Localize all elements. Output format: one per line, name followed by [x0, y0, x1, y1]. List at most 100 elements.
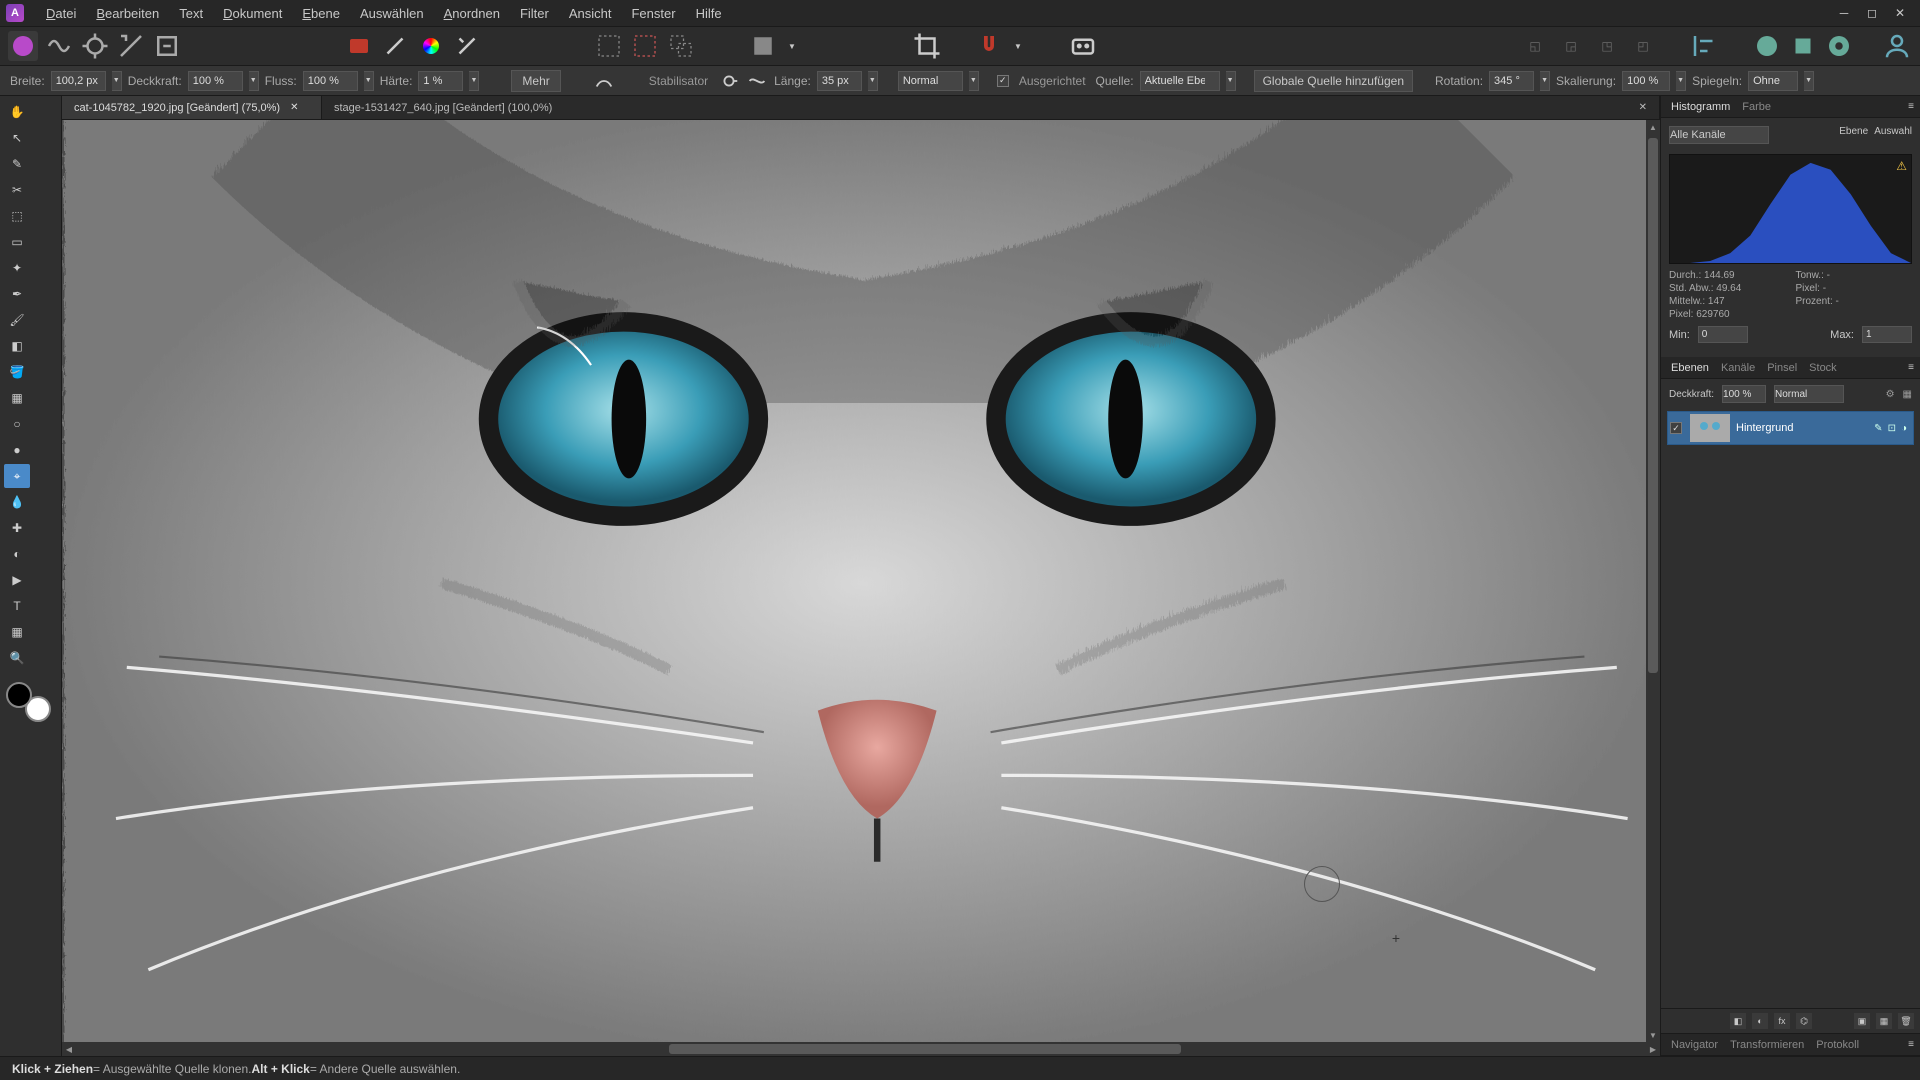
fill-tool[interactable]: 🪣: [4, 360, 30, 384]
panel-menu-icon[interactable]: ≡: [1908, 362, 1914, 373]
vertical-scrollbar[interactable]: ▲▼: [1646, 120, 1660, 1042]
blur-tool[interactable]: ◐: [4, 542, 30, 566]
menu-dokument[interactable]: Dokument: [213, 2, 292, 25]
scale-dropdown[interactable]: ▼: [1676, 71, 1686, 91]
rotation-dropdown[interactable]: ▼: [1540, 71, 1550, 91]
tone-map-persona-button[interactable]: [116, 31, 146, 61]
min-input[interactable]: [1698, 326, 1748, 343]
length-input[interactable]: [817, 71, 862, 91]
flow-dropdown[interactable]: ▼: [364, 71, 374, 91]
stabiliser-mode-icon[interactable]: [718, 70, 740, 92]
window-maximize-button[interactable]: ◻: [1858, 3, 1886, 23]
layer-blend-select[interactable]: [1774, 385, 1844, 403]
close-tab-icon[interactable]: ✕: [290, 102, 298, 113]
shape-tool[interactable]: ▶: [4, 568, 30, 592]
burn-tool[interactable]: ●: [4, 438, 30, 462]
canvas-viewport[interactable]: + ▲▼: [62, 120, 1660, 1042]
swatch-red-button[interactable]: [344, 31, 374, 61]
tab-history[interactable]: Protokoll: [1816, 1039, 1859, 1051]
width-dropdown[interactable]: ▼: [112, 71, 122, 91]
develop-persona-button[interactable]: [80, 31, 110, 61]
length-dropdown[interactable]: ▼: [868, 71, 878, 91]
tab-navigator[interactable]: Navigator: [1671, 1039, 1718, 1051]
auto-levels-icon[interactable]: [452, 31, 482, 61]
gradient-tool[interactable]: ▦: [4, 386, 30, 410]
assistant-icon[interactable]: [1068, 31, 1098, 61]
flip-select[interactable]: [1748, 71, 1798, 91]
view-tool[interactable]: ✋: [4, 100, 30, 124]
delete-layer-icon[interactable]: 🗑: [1898, 1013, 1914, 1029]
layer-edit-icon[interactable]: ✎: [1874, 423, 1882, 434]
document-tab-2[interactable]: stage-1531427_640.jpg [Geändert] (100,0%…: [322, 96, 1660, 119]
pressure-opacity-icon[interactable]: [593, 70, 615, 92]
tab-stock[interactable]: Stock: [1809, 362, 1837, 374]
menu-ebene[interactable]: Ebene: [292, 2, 350, 25]
window-minimize-button[interactable]: ─: [1830, 3, 1858, 23]
add-adjustment-icon[interactable]: [1788, 31, 1818, 61]
layer-visibility-checkbox[interactable]: ✓: [1668, 422, 1684, 435]
export-persona-button[interactable]: [152, 31, 182, 61]
crop-tool-icon[interactable]: [912, 31, 942, 61]
arrange-forward-icon[interactable]: ◳: [1592, 31, 1622, 61]
more-button[interactable]: Mehr: [511, 70, 560, 92]
pen-tool[interactable]: ✒: [4, 282, 30, 306]
menu-filter[interactable]: Filter: [510, 2, 559, 25]
dodge-tool[interactable]: ○: [4, 412, 30, 436]
account-icon[interactable]: [1882, 31, 1912, 61]
menu-anordnen[interactable]: Anordnen: [434, 2, 510, 25]
flow-input[interactable]: [303, 71, 358, 91]
hardness-input[interactable]: [418, 71, 463, 91]
text-tool[interactable]: T: [4, 594, 30, 618]
stabiliser-rope-icon[interactable]: [746, 70, 768, 92]
arrange-back-icon[interactable]: ◱: [1520, 31, 1550, 61]
arrange-front-icon[interactable]: ◰: [1628, 31, 1658, 61]
selection-subtract-icon[interactable]: [630, 31, 660, 61]
snapping-toggle[interactable]: [974, 31, 1004, 61]
menu-fenster[interactable]: Fenster: [621, 2, 685, 25]
crop-tool[interactable]: ✂: [4, 178, 30, 202]
source-select[interactable]: [1140, 71, 1220, 91]
horizontal-scrollbar[interactable]: ◀▶: [62, 1042, 1660, 1056]
aligned-checkbox[interactable]: ✓: [997, 75, 1009, 87]
add-layer-icon[interactable]: [1752, 31, 1782, 61]
tab-color[interactable]: Farbe: [1742, 101, 1771, 113]
selection-add-icon[interactable]: [594, 31, 624, 61]
rotation-input[interactable]: [1489, 71, 1534, 91]
quick-mask-dropdown[interactable]: ▼: [784, 31, 800, 61]
color-wheel-icon[interactable]: [416, 31, 446, 61]
paint-brush-tool[interactable]: 🖌: [4, 308, 30, 332]
adjustment-layer-icon[interactable]: ◐: [1752, 1013, 1768, 1029]
layer-opacity-input[interactable]: [1722, 385, 1766, 403]
scale-input[interactable]: [1622, 71, 1670, 91]
add-live-filter-icon[interactable]: [1824, 31, 1854, 61]
tab-layers[interactable]: Ebenen: [1671, 362, 1709, 374]
menu-datei[interactable]: Datei: [36, 2, 86, 25]
zoom-tool[interactable]: 🔍: [4, 646, 30, 670]
foreground-color[interactable]: [6, 682, 32, 708]
source-dropdown[interactable]: ▼: [1226, 71, 1236, 91]
mesh-warp-tool[interactable]: ▦: [4, 620, 30, 644]
layer-lock-icon[interactable]: ▦: [1903, 389, 1912, 400]
width-input[interactable]: [51, 71, 106, 91]
menu-text[interactable]: Text: [169, 2, 213, 25]
healing-tool[interactable]: ✚: [4, 516, 30, 540]
tab-brushes[interactable]: Pinsel: [1767, 362, 1797, 374]
hardness-dropdown[interactable]: ▼: [469, 71, 479, 91]
close-tab-icon[interactable]: ✕: [1639, 102, 1647, 113]
panel-menu-icon[interactable]: ≡: [1908, 1039, 1914, 1050]
arrange-backward-icon[interactable]: ◲: [1556, 31, 1586, 61]
fx-layer-icon[interactable]: fx: [1774, 1013, 1790, 1029]
blend-mode-dropdown[interactable]: ▼: [969, 71, 979, 91]
add-pixel-layer-icon[interactable]: ▦: [1876, 1013, 1892, 1029]
layer-fx-icon[interactable]: ⚙: [1886, 389, 1895, 400]
opacity-input[interactable]: [188, 71, 243, 91]
window-close-button[interactable]: ✕: [1886, 3, 1914, 23]
live-filter-icon[interactable]: ⌬: [1796, 1013, 1812, 1029]
opacity-dropdown[interactable]: ▼: [249, 71, 259, 91]
move-tool[interactable]: ↖: [4, 126, 30, 150]
layer-row-background[interactable]: ✓ Hintergrund ✎ ⊡ ◑: [1667, 411, 1914, 445]
align-left-icon[interactable]: [1690, 31, 1720, 61]
add-global-source-button[interactable]: Globale Quelle hinzufügen: [1254, 70, 1413, 92]
selection-intersect-icon[interactable]: [666, 31, 696, 61]
panel-menu-icon[interactable]: ≡: [1908, 101, 1914, 112]
